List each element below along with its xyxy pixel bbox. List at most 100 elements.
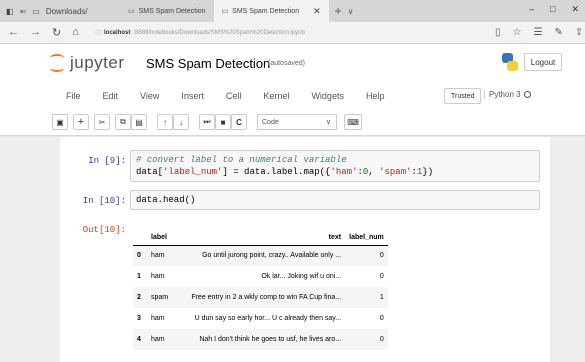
jupyter-brand[interactable]: jupyter	[70, 53, 125, 73]
label-cell: ham	[151, 252, 165, 260]
text-cell: U dun say so early hor... U c already th…	[194, 315, 342, 322]
label-cell: ham	[151, 273, 165, 280]
tab-label: SMS Spam Detection	[138, 7, 206, 15]
cut-icon[interactable]: ✂	[94, 114, 110, 130]
menu-insert[interactable]: Insert	[181, 91, 204, 101]
menu-file[interactable]: File	[66, 91, 81, 101]
url-field[interactable]: ⓘ localhost :8888/notebooks/Downloads/SM…	[95, 26, 487, 40]
table-row: 2 spam Free entry in 2 a wkly comp to wi…	[133, 287, 388, 308]
browser-system-icons: ◧ ⇐ ▭ Downloads/	[0, 7, 120, 16]
menu-cell[interactable]: Cell	[226, 91, 242, 101]
insert-cell-icon[interactable]: +	[73, 114, 89, 130]
minimize-button[interactable]: –	[529, 4, 534, 15]
close-tab-icon[interactable]: ✕	[313, 6, 321, 17]
text-cell: Go until jurong point, crazy.. Available…	[202, 252, 342, 260]
text-cell: Free entry in 2 a wkly comp to win FA Cu…	[191, 294, 342, 301]
cell-9-prompt: In [9]:	[88, 156, 126, 166]
row-index: 3	[137, 315, 141, 322]
menu-view[interactable]: View	[140, 91, 159, 101]
tab-downloads-label[interactable]: Downloads/	[46, 7, 88, 16]
label-num-cell: 0	[379, 336, 384, 343]
text-cell: Ok lar... Joking wif u oni...	[261, 273, 342, 280]
tab-notebook-1[interactable]: ▭ SMS Spam Detection	[120, 0, 214, 22]
home-icon[interactable]: ⌂	[72, 26, 79, 39]
chevron-down-icon: ∨	[325, 119, 331, 126]
code-line: data['label_num'] = data.label.map({'ham…	[136, 167, 434, 177]
chevron-down-icon[interactable]: ∨	[348, 7, 354, 16]
paste-icon[interactable]: ▤	[131, 114, 147, 130]
label-num-cell: 1	[379, 294, 384, 301]
keyboard-icon[interactable]: ⌨	[344, 114, 362, 130]
kernel-status-icon	[523, 91, 531, 98]
row-index: 0	[137, 252, 141, 260]
trusted-badge[interactable]: Trusted	[444, 88, 482, 104]
text-cell: Nah I don't think he goes to usf, he liv…	[199, 336, 342, 343]
save-status: (autosaved)	[268, 60, 305, 67]
row-index: 2	[137, 294, 141, 301]
menu-kernel[interactable]: Kernel	[263, 91, 289, 101]
code-comment: # convert label to a numerical variable	[136, 155, 347, 165]
cell-type-select[interactable]: Code ∨	[257, 114, 337, 130]
favorites-list-icon[interactable]: ☰	[533, 27, 542, 38]
back-tabs-icon[interactable]: ⇐	[20, 7, 27, 16]
kernel-name: Python 3	[489, 90, 521, 99]
label-num-cell: 0	[379, 273, 384, 280]
label-num-cell: 0	[379, 252, 384, 260]
close-window-button[interactable]: ✕	[571, 4, 579, 15]
menu-widgets[interactable]: Widgets	[311, 91, 344, 101]
copy-icon[interactable]: ⧉	[115, 114, 131, 130]
restart-icon[interactable]: C	[231, 114, 247, 130]
refresh-icon[interactable]: ↻	[52, 26, 61, 39]
table-row: 1 ham Ok lar... Joking wif u oni... 0	[133, 266, 388, 287]
jupyter-header: jupyter SMS Spam Detection (autosaved) L…	[0, 44, 585, 84]
table-row: 3 ham U dun say so early hor... U c alre…	[133, 308, 388, 329]
move-down-icon[interactable]: ↓	[173, 114, 189, 130]
favorite-star-icon[interactable]: ☆	[513, 27, 522, 38]
run-icon[interactable]: ⏭	[199, 114, 215, 130]
row-index: 1	[137, 273, 141, 280]
reading-view-icon[interactable]: ▯	[495, 27, 501, 38]
new-tab-icon[interactable]: +	[335, 4, 342, 18]
browser-tools: ▯ ☆ ☰ ✎ ⇪	[495, 27, 583, 38]
browser-tab-strip: ◧ ⇐ ▭ Downloads/ ▭ SMS Spam Detection ▭ …	[0, 0, 585, 22]
forward-arrow-icon[interactable]: →	[30, 26, 41, 39]
label-num-cell: 0	[379, 315, 384, 322]
stop-icon[interactable]: ■	[215, 114, 231, 130]
url-host: localhost	[104, 29, 131, 36]
column-header-text: text	[328, 234, 342, 242]
share-icon[interactable]: ⇪	[575, 27, 583, 38]
notebook-title[interactable]: SMS Spam Detection	[146, 56, 270, 71]
move-up-icon[interactable]: ↑	[157, 114, 173, 130]
cell-9-input[interactable]: # convert label to a numerical variable …	[130, 150, 540, 182]
save-icon[interactable]: ▣	[52, 114, 68, 130]
cell-10-output-prompt: Out[10]:	[82, 225, 126, 235]
row-index: 4	[137, 336, 141, 343]
kernel-indicator[interactable]: Python 3	[484, 90, 531, 99]
back-arrow-icon[interactable]: ←	[8, 26, 19, 39]
menu-edit[interactable]: Edit	[103, 91, 119, 101]
column-header-label: label	[151, 234, 167, 242]
page-icon: ▭	[128, 8, 135, 15]
table-header-row: label text label_num	[133, 231, 388, 245]
url-path: :8888/notebooks/Downloads/SMS%20Spam%20D…	[133, 29, 305, 36]
maximize-button[interactable]: □	[550, 4, 555, 15]
cell-10-prompt: In [10]:	[82, 196, 126, 206]
info-icon: ⓘ	[95, 31, 102, 37]
menu-help[interactable]: Help	[366, 91, 385, 101]
column-header-index	[133, 231, 147, 245]
cell-10-input[interactable]: data.head()	[130, 190, 540, 210]
notebook-toolbar: ▣ + ✂ ⧉ ▤ ↑ ↓ ⏭ ■ C Code ∨ ⌨	[0, 108, 585, 136]
tab-label: SMS Spam Detection	[232, 7, 300, 15]
code-line: data.head()	[136, 195, 196, 205]
window-controls: – □ ✕	[529, 4, 579, 15]
column-header-label-num: label_num	[349, 234, 384, 242]
label-cell: spam	[151, 294, 169, 301]
logout-button[interactable]: Logout	[524, 53, 562, 71]
label-cell: ham	[151, 336, 165, 343]
window-menu-icon[interactable]: ◧	[6, 7, 14, 16]
tab-notebook-active[interactable]: ▭ SMS Spam Detection ✕	[213, 0, 329, 22]
page-icon: ▭	[221, 8, 229, 15]
pen-icon[interactable]: ✎	[554, 27, 562, 38]
jupyter-logo-icon[interactable]	[50, 54, 64, 72]
navigation-buttons: ← → ↻ ⌂	[0, 26, 95, 39]
